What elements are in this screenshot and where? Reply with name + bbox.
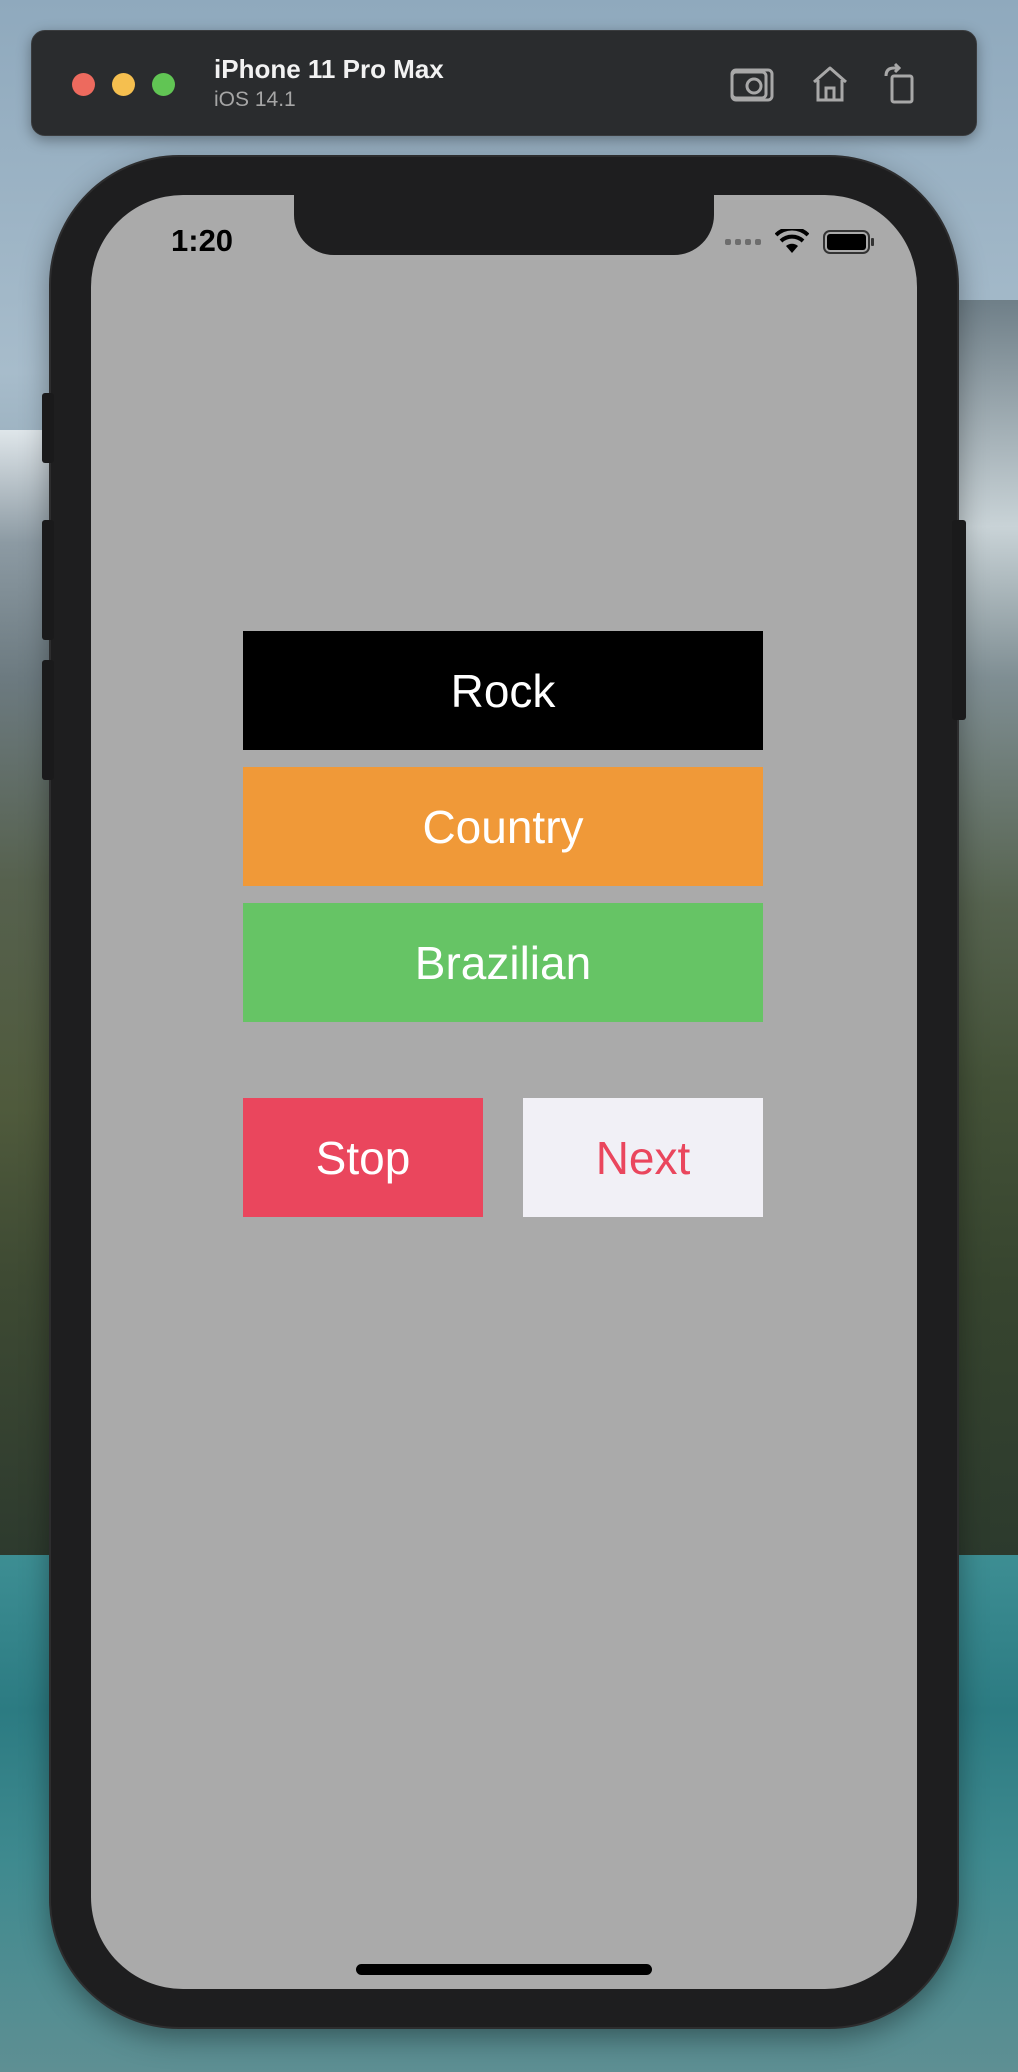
genre-button-country[interactable]: Country bbox=[243, 767, 763, 886]
home-indicator[interactable] bbox=[356, 1964, 652, 1975]
cellular-signal-icon bbox=[725, 239, 761, 245]
volume-down-button bbox=[42, 660, 54, 780]
rotate-button[interactable] bbox=[880, 62, 924, 106]
battery-icon bbox=[823, 230, 874, 254]
stop-button[interactable]: Stop bbox=[243, 1098, 483, 1217]
wallpaper-right bbox=[948, 300, 1018, 1560]
camera-icon bbox=[730, 68, 774, 102]
zoom-window-button[interactable] bbox=[152, 73, 175, 96]
status-time: 1:20 bbox=[171, 223, 234, 258]
stop-button-label: Stop bbox=[315, 1131, 411, 1184]
home-icon bbox=[813, 66, 847, 102]
rotate-icon bbox=[884, 62, 914, 104]
home-button[interactable] bbox=[808, 62, 852, 106]
os-version: iOS 14.1 bbox=[214, 88, 296, 111]
close-window-button[interactable] bbox=[72, 73, 95, 96]
power-button bbox=[952, 520, 966, 720]
genre-label-country: Country bbox=[422, 800, 584, 853]
screenshot-button[interactable] bbox=[730, 62, 774, 106]
app-screen: 1:20 Rock Country Brazilian Stop Next bbox=[91, 195, 917, 1989]
next-button[interactable]: Next bbox=[523, 1098, 763, 1217]
mute-switch bbox=[42, 393, 54, 463]
notch bbox=[294, 195, 714, 255]
genre-label-rock: Rock bbox=[450, 664, 556, 717]
genre-label-brazilian: Brazilian bbox=[414, 936, 592, 989]
genre-button-brazilian[interactable]: Brazilian bbox=[243, 903, 763, 1022]
volume-up-button bbox=[42, 520, 54, 640]
next-button-label: Next bbox=[595, 1131, 691, 1184]
status-icons bbox=[725, 229, 875, 255]
wifi-icon bbox=[775, 229, 809, 253]
device-name: iPhone 11 Pro Max bbox=[214, 54, 444, 84]
genre-button-rock[interactable]: Rock bbox=[243, 631, 763, 750]
minimize-window-button[interactable] bbox=[112, 73, 135, 96]
